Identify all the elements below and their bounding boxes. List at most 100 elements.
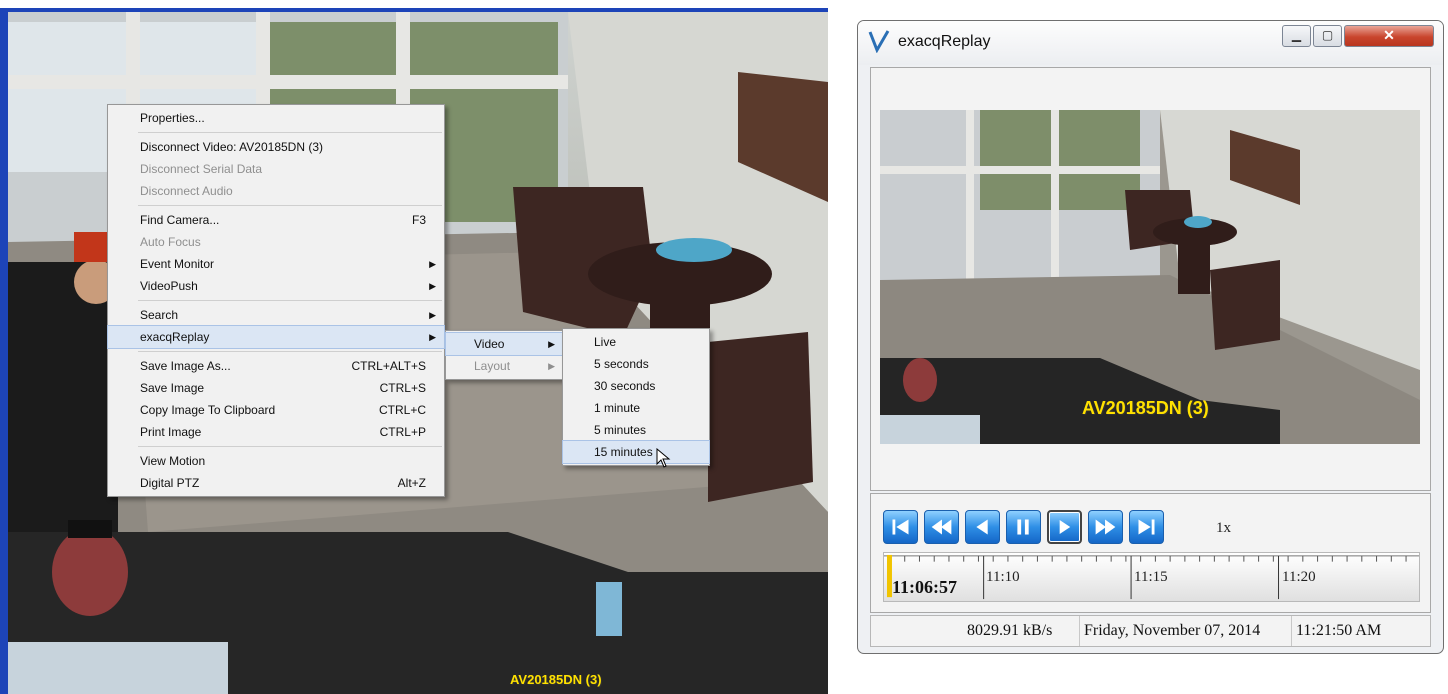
- camera-context-menu: Properties... Disconnect Video: AV20185DN…: [107, 104, 445, 497]
- mouse-cursor-icon: [656, 448, 671, 468]
- timeline-tick-label: 11:20: [1282, 569, 1316, 585]
- menu-item-event-monitor[interactable]: Event Monitor ▶: [108, 253, 444, 275]
- menu-separator: [138, 300, 442, 301]
- menu-item-layout: Layout ▶: [446, 355, 563, 377]
- menu-separator: [138, 132, 442, 133]
- menu-item-label: Save Image: [140, 381, 205, 395]
- replay-duration-submenu: Live 5 seconds 30 seconds 1 minute 5 minutes…: [562, 328, 710, 466]
- menu-item-label: Live: [594, 335, 617, 349]
- menu-item-disconnect-video-av20185dn-3[interactable]: Disconnect Video: AV20185DN (3): [108, 136, 444, 158]
- pause-button[interactable]: [1006, 510, 1041, 544]
- maximize-button[interactable]: ▢: [1313, 25, 1342, 47]
- minimize-icon: ▁: [1291, 28, 1302, 42]
- menu-item-label: Properties...: [140, 111, 205, 125]
- pause-icon: [1017, 519, 1029, 535]
- fast-forward-button[interactable]: [1088, 510, 1123, 544]
- playback-timeline[interactable]: 11:06:57 11:10 11:15 11:20: [883, 552, 1420, 602]
- play-button[interactable]: [1047, 510, 1082, 544]
- menu-item-label: View Motion: [140, 454, 206, 468]
- submenu-arrow-icon: ▶: [548, 339, 555, 349]
- close-button[interactable]: ✕: [1344, 25, 1434, 47]
- menu-item-disconnect-serial-data: Disconnect Serial Data: [108, 158, 444, 180]
- replay-lobby-scene: [880, 110, 1420, 444]
- menu-item-label: Video: [474, 337, 505, 351]
- menu-item-label: VideoPush: [140, 279, 198, 293]
- data-rate: 8029.91 kB/s: [967, 622, 1053, 639]
- exacqreplay-window: exacqReplay ▁ ▢ ✕ AV20185DN (3) 1x 11:06…: [857, 20, 1444, 654]
- submenu-arrow-icon: ▶: [548, 361, 555, 371]
- menu-item-save-image-as[interactable]: Save Image As... CTRL+ALT+S: [108, 355, 444, 377]
- menu-item-label: Layout: [474, 359, 511, 373]
- playback-speed-label: 1x: [1216, 520, 1231, 536]
- timeline-current-time: 11:06:57: [892, 577, 957, 597]
- window-titlebar[interactable]: exacqReplay ▁ ▢ ✕: [858, 21, 1443, 65]
- camera-name-overlay: AV20185DN (3): [510, 672, 602, 687]
- menu-item-label: 5 minutes: [594, 423, 647, 437]
- menu-item-live[interactable]: Live: [563, 331, 709, 353]
- timeline-tick-label: 11:10: [986, 569, 1020, 585]
- submenu-arrow-icon: ▶: [429, 259, 436, 269]
- menu-item-disconnect-audio: Disconnect Audio: [108, 180, 444, 202]
- menu-item-label: 1 minute: [594, 401, 641, 415]
- fast-forward-icon: [1095, 519, 1116, 535]
- close-icon: ✕: [1383, 27, 1395, 43]
- menu-shortcut: Alt+Z: [397, 476, 426, 490]
- menu-item-find-camera[interactable]: Find Camera... F3: [108, 209, 444, 231]
- step-back-button[interactable]: [965, 510, 1000, 544]
- maximize-icon: ▢: [1321, 28, 1334, 42]
- replay-video-frame: AV20185DN (3): [870, 67, 1431, 491]
- menu-item-15-minutes[interactable]: 15 minutes: [562, 440, 710, 464]
- menu-shortcut: F3: [411, 213, 426, 227]
- menu-item-label: Event Monitor: [140, 257, 215, 271]
- menu-item-label: 15 minutes: [594, 445, 653, 459]
- submenu-arrow-icon: ▶: [429, 281, 436, 291]
- menu-item-label: 30 seconds: [594, 379, 656, 393]
- menu-item-label: Find Camera...: [140, 213, 220, 227]
- window-title: exacqReplay: [898, 33, 991, 50]
- menu-item-label: Search: [140, 308, 179, 322]
- menu-item-print-image[interactable]: Print Image CTRL+P: [108, 421, 444, 443]
- menu-item-search[interactable]: Search ▶: [108, 304, 444, 326]
- menu-item-5-seconds[interactable]: 5 seconds: [563, 353, 709, 375]
- menu-item-video[interactable]: Video ▶: [445, 332, 564, 356]
- status-time: 11:21:50 AM: [1291, 616, 1404, 646]
- playback-controls-panel: 1x 11:06:57 11:10 11:15 11:20: [870, 493, 1431, 613]
- skip-start-button[interactable]: [883, 510, 918, 544]
- menu-item-label: Disconnect Video: AV20185DN (3): [140, 140, 323, 154]
- menu-item-label: Save Image As...: [140, 359, 231, 373]
- menu-shortcut: CTRL+P: [379, 425, 426, 439]
- skip-end-button[interactable]: [1129, 510, 1164, 544]
- menu-item-save-image[interactable]: Save Image CTRL+S: [108, 377, 444, 399]
- menu-separator: [138, 205, 442, 206]
- rewind-button[interactable]: [924, 510, 959, 544]
- replay-video[interactable]: AV20185DN (3): [880, 110, 1420, 444]
- menu-item-copy-image-to-clipboard[interactable]: Copy Image To Clipboard CTRL+C: [108, 399, 444, 421]
- menu-shortcut: CTRL+C: [378, 403, 426, 417]
- play-icon: [1059, 519, 1071, 535]
- menu-item-label: Print Image: [140, 425, 202, 439]
- menu-item-videopush[interactable]: VideoPush ▶: [108, 275, 444, 297]
- menu-item-label: Disconnect Audio: [140, 184, 233, 198]
- menu-item-label: Disconnect Serial Data: [140, 162, 263, 176]
- menu-item-digital-ptz[interactable]: Digital PTZ Alt+Z: [108, 472, 444, 494]
- menu-item-1-minute[interactable]: 1 minute: [563, 397, 709, 419]
- menu-item-label: Digital PTZ: [140, 476, 200, 490]
- skip-start-icon: [892, 519, 909, 535]
- menu-item-view-motion[interactable]: View Motion: [108, 450, 444, 472]
- menu-item-5-minutes[interactable]: 5 minutes: [563, 419, 709, 441]
- minimize-button[interactable]: ▁: [1282, 25, 1311, 47]
- skip-end-icon: [1138, 519, 1155, 535]
- menu-item-label: exacqReplay: [140, 330, 210, 344]
- menu-item-auto-focus: Auto Focus: [108, 231, 444, 253]
- menu-item-30-seconds[interactable]: 30 seconds: [563, 375, 709, 397]
- submenu-arrow-icon: ▶: [429, 310, 436, 320]
- timeline-tick-label: 11:15: [1134, 569, 1168, 585]
- menu-item-properties[interactable]: Properties...: [108, 107, 444, 129]
- menu-item-label: Copy Image To Clipboard: [140, 403, 276, 417]
- submenu-arrow-icon: ▶: [429, 332, 436, 342]
- menu-separator: [138, 351, 442, 352]
- menu-item-label: Auto Focus: [140, 235, 201, 249]
- menu-item-exacqreplay[interactable]: exacqReplay ▶: [107, 325, 445, 349]
- menu-item-label: 5 seconds: [594, 357, 649, 371]
- step-back-icon: [976, 519, 988, 535]
